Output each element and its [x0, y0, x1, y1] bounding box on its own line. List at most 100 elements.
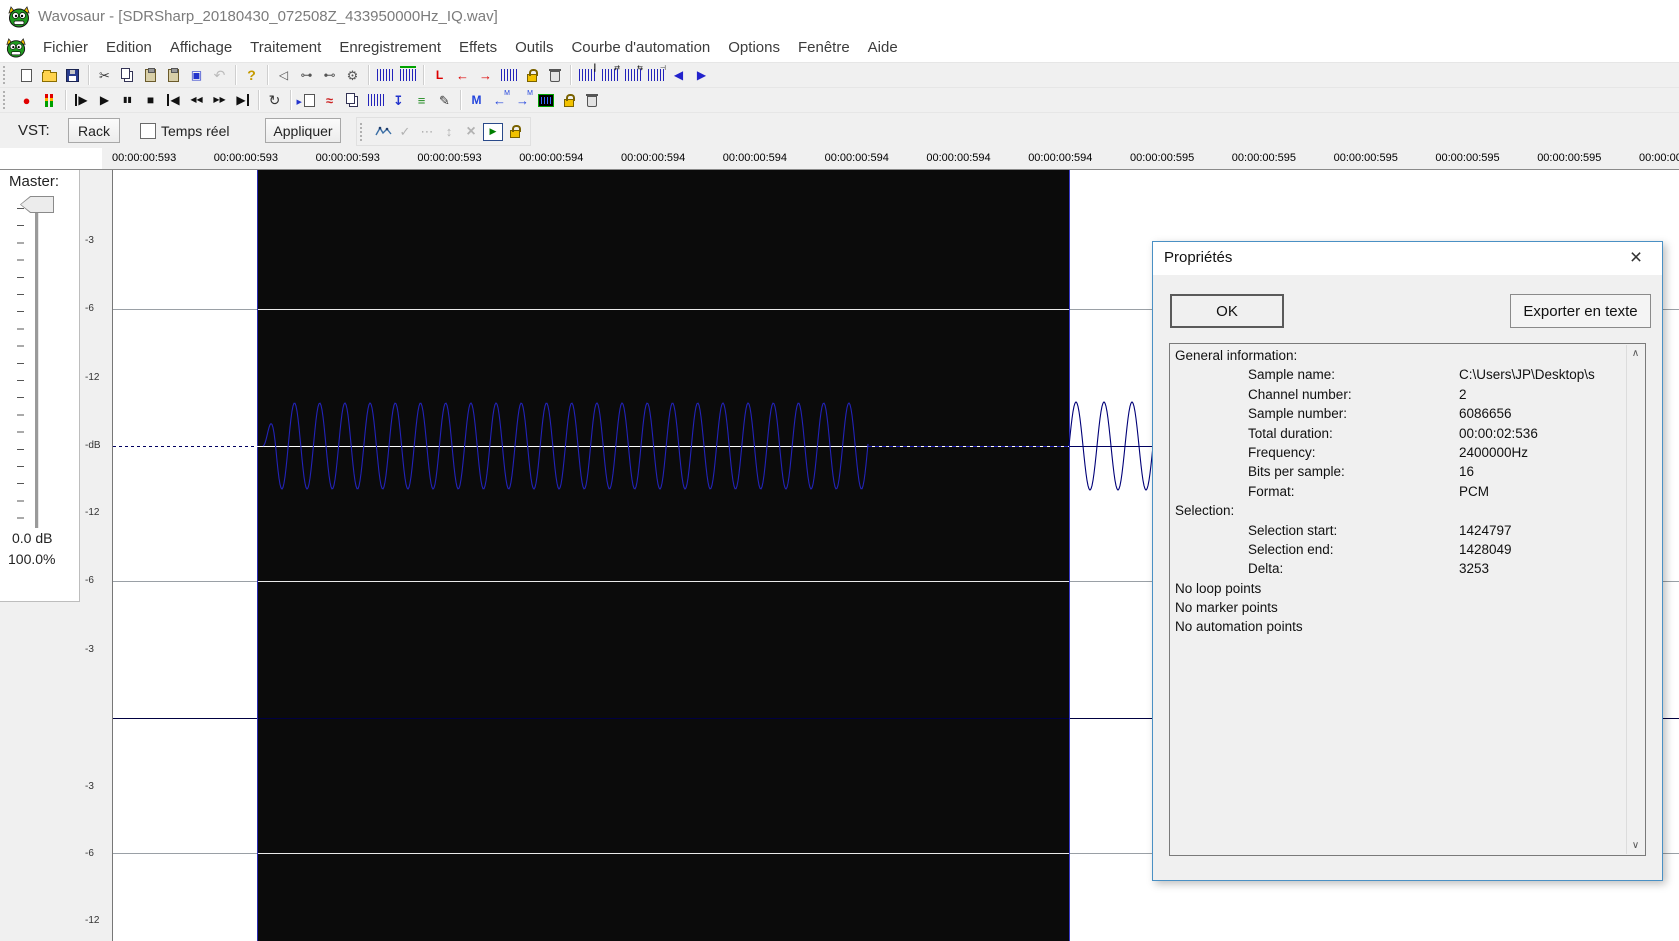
record-button[interactable]: ● — [15, 89, 38, 111]
fast-forward-button[interactable]: ▶▶ — [208, 89, 231, 111]
waveform-tools-button[interactable] — [364, 89, 387, 111]
scroll-up-icon[interactable]: ∧ — [1627, 345, 1644, 362]
scroll-down-icon[interactable]: ∨ — [1627, 837, 1644, 854]
next-marker-button[interactable]: → M — [511, 89, 534, 111]
lock-loop-button[interactable] — [520, 64, 543, 86]
delete-markers-button[interactable] — [580, 89, 603, 111]
automation-vertical-button[interactable]: ↕ — [438, 121, 460, 143]
waveform-overlay-button[interactable] — [396, 64, 419, 86]
rack-button[interactable]: Rack — [68, 118, 120, 143]
ok-button[interactable]: OK — [1170, 294, 1284, 328]
export-text-button[interactable]: Exporter en texte — [1510, 294, 1651, 328]
loop-start-button[interactable]: ← — [451, 64, 474, 86]
loop-playback-button[interactable]: ↻ — [263, 89, 286, 111]
region-inverse-button[interactable] — [534, 89, 557, 111]
menu-enregistrement[interactable]: Enregistrement — [330, 39, 450, 56]
properties-list[interactable]: General information: Sample name: C:\Users… — [1169, 343, 1646, 856]
open-file-button[interactable] — [38, 64, 61, 86]
menu-outils[interactable]: Outils — [506, 39, 562, 56]
realtime-checkbox-label[interactable]: Temps réel — [161, 123, 229, 139]
go-to-end-button[interactable]: ▶ — [231, 89, 254, 111]
delete-markers-icon — [585, 94, 598, 107]
apply-button[interactable]: Appliquer — [265, 118, 341, 143]
previous-marker-button[interactable]: ← M — [488, 89, 511, 111]
automation-curve-button[interactable] — [372, 121, 394, 143]
property-row: Selection start: 1424797 — [1170, 523, 1645, 542]
menu-courbe-d-automation[interactable]: Courbe d'automation — [562, 39, 719, 56]
zoom-cursor-button[interactable]: ┃ — [575, 64, 598, 86]
menu-traitement[interactable]: Traitement — [241, 39, 330, 56]
paste-special-button[interactable] — [162, 64, 185, 86]
scroll-left-button[interactable]: ◀ — [667, 64, 690, 86]
options-wrench-button[interactable]: ⚙ — [341, 64, 364, 86]
toolbar-separator — [258, 90, 259, 110]
automation-points-button[interactable]: ⋯ — [416, 121, 438, 143]
new-file-button[interactable] — [15, 64, 38, 86]
pause-button[interactable]: ▮▮ — [116, 89, 139, 111]
go-to-start-icon: ◀ — [167, 94, 180, 106]
insert-playlist-button[interactable] — [295, 89, 318, 111]
save-file-button[interactable] — [61, 64, 84, 86]
zoom-fit-button[interactable]: ⊣ — [644, 64, 667, 86]
dialog-title-bar[interactable]: Propriétés × — [1153, 242, 1662, 275]
waveform-select-button[interactable] — [373, 64, 396, 86]
ruler-time-label: 00:00:00:595 — [1130, 152, 1195, 164]
duplicate-file-button[interactable] — [341, 89, 364, 111]
rewind-button[interactable]: ◀◀ — [185, 89, 208, 111]
go-to-start-button[interactable]: ◀ — [162, 89, 185, 111]
realtime-checkbox[interactable] — [140, 123, 156, 139]
loop-waveform-button[interactable] — [497, 64, 520, 86]
menu-fichier[interactable]: Fichier — [34, 39, 97, 56]
audio-settings-button[interactable]: ◁ — [272, 64, 295, 86]
trim-to-selection-button[interactable]: ▣ — [185, 64, 208, 86]
automation-delete-button[interactable]: × — [460, 121, 482, 143]
statistics-button[interactable]: ≈ — [318, 89, 341, 111]
stop-button[interactable]: ■ — [139, 89, 162, 111]
play-from-cursor-button[interactable]: ▶ — [70, 89, 93, 111]
normalize-button[interactable]: ↧ — [387, 89, 410, 111]
toolbar-group — [15, 64, 84, 86]
menu-edition[interactable]: Edition — [97, 39, 161, 56]
undo-button[interactable]: ↶ — [208, 64, 231, 86]
toolbar-grip[interactable] — [3, 66, 11, 84]
menu-aide[interactable]: Aide — [859, 39, 907, 56]
statistics-icon: ≈ — [325, 92, 334, 108]
marker-button[interactable]: M — [465, 89, 488, 111]
cut-button[interactable]: ✂ — [93, 64, 116, 86]
lock-markers-button[interactable] — [557, 89, 580, 111]
pencil-edit-button[interactable]: ✎ — [433, 89, 456, 111]
automation-apply-button[interactable]: ✓ — [394, 121, 416, 143]
scroll-right-button[interactable]: ▶ — [690, 64, 713, 86]
close-icon[interactable]: × — [1614, 242, 1658, 274]
loop-end-button[interactable]: → — [474, 64, 497, 86]
db-scale-label: -12 — [85, 915, 100, 926]
toolbar-grip[interactable] — [3, 91, 11, 109]
delete-loop-button[interactable] — [543, 64, 566, 86]
batch-list-button[interactable]: ≡ — [410, 89, 433, 111]
level-meter-button[interactable] — [38, 89, 61, 111]
help-button[interactable]: ? — [240, 64, 263, 86]
volume-slider-track[interactable] — [35, 204, 39, 528]
zoom-fit-overlay-icon: ⊣ — [659, 65, 666, 72]
play-button[interactable]: ▶ — [93, 89, 116, 111]
patch-output-button[interactable]: ⊷ — [318, 64, 341, 86]
menu-affichage[interactable]: Affichage — [161, 39, 241, 56]
loop-marker-button[interactable]: L — [428, 64, 451, 86]
master-volume-percent: 100.0% — [8, 551, 56, 567]
patch-input-button[interactable]: ⊶ — [295, 64, 318, 86]
toolbar-grip[interactable] — [360, 122, 368, 141]
loop-start-icon: ← — [456, 67, 469, 83]
batch-list-icon: ≡ — [417, 92, 426, 108]
paste-button[interactable] — [139, 64, 162, 86]
properties-scrollbar[interactable]: ∧ ∨ — [1626, 345, 1644, 854]
menu-fen-tre[interactable]: Fenêtre — [789, 39, 859, 56]
menu-options[interactable]: Options — [719, 39, 789, 56]
automation-play-button[interactable]: ▶ — [482, 121, 504, 143]
menu-effets[interactable]: Effets — [450, 39, 506, 56]
automation-lock-button[interactable] — [504, 121, 526, 143]
volume-slider-handle[interactable] — [20, 196, 54, 213]
copy-button[interactable] — [116, 64, 139, 86]
ruler-band[interactable]: 00:00:00:593 00:00:00:593 00:00:00:593 00:0… — [102, 148, 1679, 169]
zoom-out-horizontal-button[interactable]: ⇄ — [598, 64, 621, 86]
zoom-in-horizontal-button[interactable]: ⇆ — [621, 64, 644, 86]
